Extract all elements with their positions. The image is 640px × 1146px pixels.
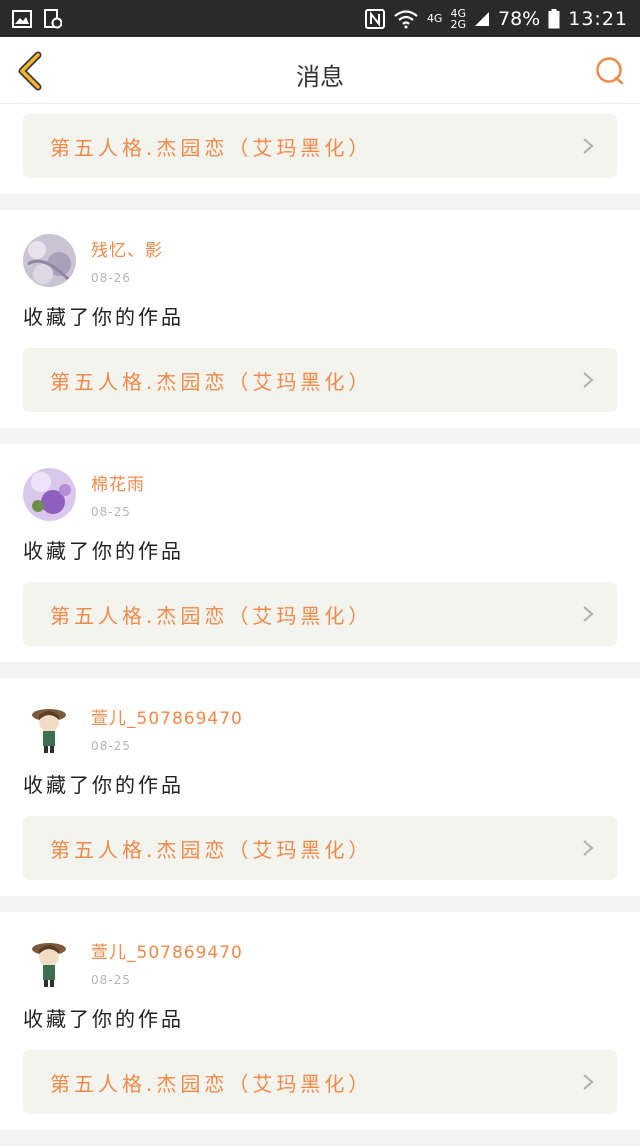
avatar[interactable] xyxy=(23,701,76,755)
wifi-icon xyxy=(394,9,418,28)
message-card: 残忆、影 08-26 收藏了你的作品 第五人格.杰园恋（艾玛黑化） xyxy=(0,210,640,428)
divider xyxy=(0,194,640,210)
message-card: 萱儿_507869470 08-25 收藏了你的作品 第五人格.杰园恋（艾玛黑化… xyxy=(0,912,640,1130)
divider xyxy=(0,896,640,912)
message-date: 08-26 xyxy=(91,270,131,285)
network-type: 4G xyxy=(426,12,443,25)
page-title: 消息 xyxy=(296,63,344,91)
avatar[interactable] xyxy=(23,467,76,521)
message-list: 第五人格.杰园恋（艾玛黑化） 残忆、影 08-26 收藏了你的作品 第五人格.杰… xyxy=(0,104,640,1146)
download-file-icon xyxy=(44,8,62,28)
status-bar: 4G 4G 2G 78% 13:21 xyxy=(0,0,640,37)
signal-icon xyxy=(475,11,489,26)
work-link[interactable]: 第五人格.杰园恋（艾玛黑化） xyxy=(23,348,617,412)
message-text: 收藏了你的作品 xyxy=(23,1007,184,1031)
work-title: 第五人格.杰园恋（艾玛黑化） xyxy=(50,837,373,862)
chevron-right-icon xyxy=(583,1074,594,1090)
work-link[interactable]: 第五人格.杰园恋（艾玛黑化） xyxy=(23,1050,617,1114)
avatar[interactable] xyxy=(23,233,76,287)
nav-bar: 消息 xyxy=(0,37,640,104)
user-name[interactable]: 萱儿_507869470 xyxy=(91,704,243,729)
message-date: 08-25 xyxy=(91,504,131,519)
work-title: 第五人格.杰园恋（艾玛黑化） xyxy=(50,369,373,394)
nfc-icon xyxy=(364,8,385,29)
avatar[interactable] xyxy=(23,935,76,989)
message-card: 萱儿_507869470 08-25 收藏了你的作品 第五人格.杰园恋（艾玛黑化… xyxy=(0,678,640,896)
chevron-right-icon xyxy=(583,372,594,388)
message-text: 收藏了你的作品 xyxy=(23,305,184,329)
search-icon[interactable] xyxy=(594,55,626,87)
message-text: 收藏了你的作品 xyxy=(23,773,184,797)
work-link[interactable]: 第五人格.杰园恋（艾玛黑化） xyxy=(23,816,617,880)
divider xyxy=(0,428,640,444)
user-name[interactable]: 萱儿_507869470 xyxy=(91,938,243,963)
work-link[interactable]: 第五人格.杰园恋（艾玛黑化） xyxy=(23,582,617,646)
message-card: 第五人格.杰园恋（艾玛黑化） xyxy=(0,104,640,194)
message-date: 08-25 xyxy=(91,972,131,987)
battery-icon xyxy=(548,8,560,28)
work-title: 第五人格.杰园恋（艾玛黑化） xyxy=(50,603,373,628)
message-card: 棉花雨 08-25 收藏了你的作品 第五人格.杰园恋（艾玛黑化） xyxy=(0,444,640,662)
work-link[interactable]: 第五人格.杰园恋（艾玛黑化） xyxy=(23,114,617,178)
user-name[interactable]: 棉花雨 xyxy=(91,470,145,495)
message-text: 收藏了你的作品 xyxy=(23,539,184,563)
divider xyxy=(0,662,640,678)
chevron-right-icon xyxy=(583,138,594,154)
gallery-icon xyxy=(12,9,32,28)
divider xyxy=(0,1130,640,1146)
chevron-right-icon xyxy=(583,606,594,622)
network-type-secondary: 4G 2G xyxy=(450,6,466,31)
work-title: 第五人格.杰园恋（艾玛黑化） xyxy=(50,1071,373,1096)
battery-percent: 78% xyxy=(498,7,541,30)
work-title: 第五人格.杰园恋（艾玛黑化） xyxy=(50,135,373,160)
message-date: 08-25 xyxy=(91,738,131,753)
clock: 13:21 xyxy=(568,7,628,30)
user-name[interactable]: 残忆、影 xyxy=(91,236,163,261)
chevron-right-icon xyxy=(583,840,594,856)
